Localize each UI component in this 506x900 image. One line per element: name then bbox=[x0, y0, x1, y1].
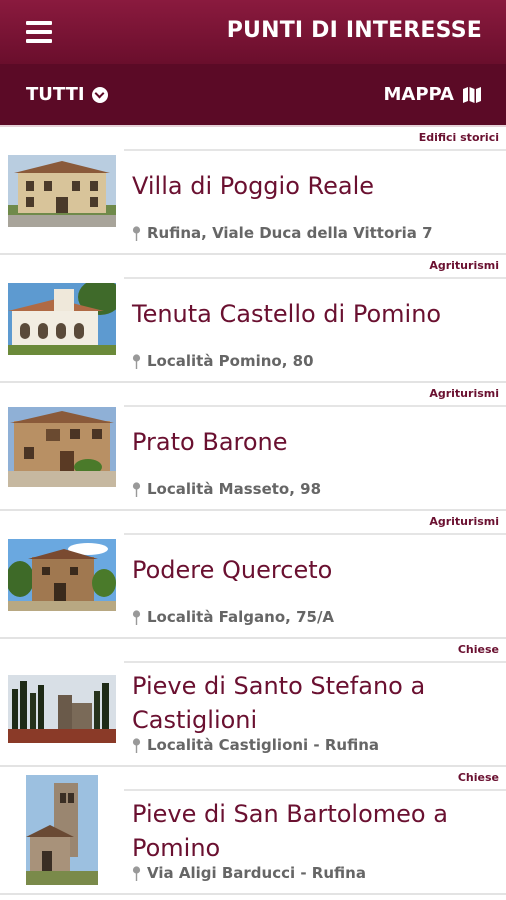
filter-bar: TUTTI MAPPA bbox=[0, 64, 506, 127]
map-pin-icon bbox=[132, 225, 141, 241]
address-text: Località Falgano, 75/A bbox=[147, 608, 335, 626]
thumbnail-image bbox=[8, 283, 116, 355]
list-item[interactable]: Agriturismi Prato Barone Località Masset… bbox=[0, 383, 506, 511]
category-label: Agriturismi bbox=[429, 515, 499, 528]
address-text: Località Castiglioni - Rufina bbox=[147, 736, 380, 754]
divider bbox=[124, 789, 506, 791]
thumbnail-image bbox=[8, 407, 116, 487]
chevron-down-circle-icon bbox=[91, 86, 108, 103]
app-header: PUNTI DI INTERESSE bbox=[0, 0, 506, 64]
address-text: Via Aligi Barducci - Rufina bbox=[147, 864, 366, 882]
poi-address: Via Aligi Barducci - Rufina bbox=[132, 864, 366, 882]
category-label: Agriturismi bbox=[429, 387, 499, 400]
poi-name: Tenuta Castello di Pomino bbox=[132, 300, 442, 328]
thumbnail-image bbox=[8, 675, 116, 743]
list-item[interactable]: Chiese Pieve di Santo Stefano a Castigli… bbox=[0, 639, 506, 767]
address-text: Località Masseto, 98 bbox=[147, 480, 322, 498]
divider bbox=[124, 533, 506, 535]
poi-address: Rufina, Viale Duca della Vittoria 7 bbox=[132, 224, 433, 242]
filter-label: TUTTI bbox=[26, 84, 85, 105]
hamburger-menu-icon[interactable] bbox=[26, 21, 52, 43]
folded-map-icon bbox=[463, 86, 481, 103]
poi-name: Podere Querceto bbox=[132, 556, 333, 584]
category-label: Chiese bbox=[457, 643, 499, 656]
address-text: Località Pomino, 80 bbox=[147, 352, 314, 370]
poi-name: Villa di Poggio Reale bbox=[132, 172, 375, 200]
category-filter-button[interactable]: TUTTI bbox=[26, 84, 108, 105]
divider bbox=[124, 405, 506, 407]
map-pin-icon bbox=[132, 609, 141, 625]
poi-name: Prato Barone bbox=[132, 428, 288, 456]
map-pin-icon bbox=[132, 353, 141, 369]
thumbnail-image bbox=[8, 155, 116, 227]
divider bbox=[124, 149, 506, 151]
category-label: Agriturismi bbox=[429, 259, 499, 272]
map-pin-icon bbox=[132, 737, 141, 753]
category-label: Edifici storici bbox=[418, 131, 499, 144]
divider bbox=[124, 277, 506, 279]
poi-address: Località Falgano, 75/A bbox=[132, 608, 334, 626]
poi-address: Località Masseto, 98 bbox=[132, 480, 321, 498]
list-item[interactable]: Agriturismi Tenuta Castello di Pomino Lo… bbox=[0, 255, 506, 383]
poi-address: Località Castiglioni - Rufina bbox=[132, 736, 379, 754]
poi-name: Pieve di Santo Stefano a Castiglioni bbox=[132, 672, 426, 734]
map-pin-icon bbox=[132, 865, 141, 881]
category-label: Chiese bbox=[457, 771, 499, 784]
divider bbox=[124, 661, 506, 663]
map-label: MAPPA bbox=[383, 84, 454, 105]
poi-address: Località Pomino, 80 bbox=[132, 352, 314, 370]
thumbnail-image bbox=[26, 775, 98, 885]
address-text: Rufina, Viale Duca della Vittoria 7 bbox=[147, 224, 433, 242]
poi-name: Pieve di San Bartolomeo a Pomino bbox=[132, 800, 448, 862]
map-pin-icon bbox=[132, 481, 141, 497]
map-button[interactable]: MAPPA bbox=[383, 84, 482, 105]
thumbnail-image bbox=[8, 539, 116, 611]
list-item[interactable]: Agriturismi Podere Querceto Località Fal… bbox=[0, 511, 506, 639]
page-title: PUNTI DI INTERESSE bbox=[226, 18, 482, 43]
list-item[interactable]: Edifici storici Villa di Poggio Reale Ru… bbox=[0, 127, 506, 255]
list-item[interactable]: Chiese Pieve di San Bartolomeo a Pomino … bbox=[0, 767, 506, 895]
